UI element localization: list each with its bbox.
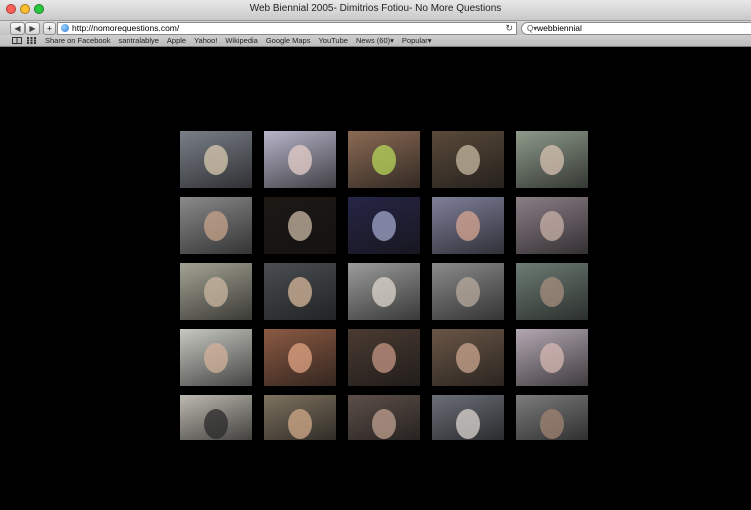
webcam-tile[interactable]: [348, 263, 420, 320]
webcam-tile[interactable]: [348, 131, 420, 188]
webcam-tile[interactable]: [180, 197, 252, 254]
person-face: [204, 277, 228, 307]
webcam-tile[interactable]: [348, 395, 420, 440]
person-face: [372, 343, 396, 373]
bookmark-apple[interactable]: Apple: [167, 35, 186, 46]
person-face: [456, 277, 480, 307]
back-button[interactable]: ◀: [10, 22, 25, 35]
webcam-tile[interactable]: [432, 395, 504, 440]
webcam-tile[interactable]: [516, 131, 588, 188]
webcam-tile[interactable]: [264, 263, 336, 320]
person-face: [456, 145, 480, 175]
bookmark-popular[interactable]: Popular▾: [402, 35, 432, 46]
url-text: http://nomorequestions.com/: [72, 23, 180, 33]
person-face: [288, 211, 312, 241]
person-face: [204, 211, 228, 241]
bookmark-items: Share on Facebook santralablye Apple Yah…: [45, 35, 432, 46]
reload-icon[interactable]: ↻: [505, 23, 513, 34]
person-face: [288, 409, 312, 439]
webcam-tile[interactable]: [432, 131, 504, 188]
search-icon: Q▾: [527, 24, 538, 33]
webcam-tile[interactable]: [348, 329, 420, 386]
bookmark-news[interactable]: News (60)▾: [356, 35, 394, 46]
bookmark-yahoo[interactable]: Yahoo!: [194, 35, 217, 46]
person-face: [372, 145, 396, 175]
search-input[interactable]: webbiennial: [537, 23, 582, 34]
person-face: [204, 343, 228, 373]
person-face: [288, 145, 312, 175]
person-face: [204, 145, 228, 175]
webcam-tile[interactable]: [432, 197, 504, 254]
person-face: [372, 211, 396, 241]
bookmark-google-maps[interactable]: Google Maps: [266, 35, 311, 46]
person-face: [372, 277, 396, 307]
bookmark-youtube[interactable]: YouTube: [318, 35, 347, 46]
bookmark-wikipedia[interactable]: Wikipedia: [225, 35, 258, 46]
webcam-tile[interactable]: [432, 329, 504, 386]
webcam-tile[interactable]: [180, 131, 252, 188]
webcam-tile[interactable]: [180, 263, 252, 320]
browser-window: Web Biennial 2005- Dimitrios Fotiou- No …: [0, 0, 751, 510]
top-sites-icon[interactable]: [27, 37, 36, 44]
person-face: [540, 211, 564, 241]
webcam-tile[interactable]: [348, 197, 420, 254]
person-face: [540, 409, 564, 439]
forward-button[interactable]: ▶: [25, 22, 40, 35]
person-face: [456, 409, 480, 439]
person-face: [288, 343, 312, 373]
webcam-tile[interactable]: [180, 329, 252, 386]
person-face: [540, 277, 564, 307]
back-arrow-icon: ◀: [14, 24, 21, 33]
webcam-tile[interactable]: [432, 263, 504, 320]
webcam-tile[interactable]: [516, 395, 588, 440]
reading-list-icon[interactable]: [12, 37, 22, 44]
globe-icon: [61, 24, 69, 32]
bookmarks-bar: Share on Facebook santralablye Apple Yah…: [0, 35, 751, 47]
webcam-tile[interactable]: [516, 329, 588, 386]
person-face: [540, 343, 564, 373]
bookmark-santralablye[interactable]: santralablye: [118, 35, 158, 46]
add-bookmark-button[interactable]: +: [43, 22, 56, 35]
webcam-grid: [180, 131, 588, 443]
person-face: [456, 211, 480, 241]
webcam-tile[interactable]: [516, 263, 588, 320]
search-field[interactable]: Q▾ webbiennial: [521, 22, 751, 35]
address-bar[interactable]: http://nomorequestions.com/ ↻: [57, 22, 517, 35]
title-bar: Web Biennial 2005- Dimitrios Fotiou- No …: [0, 0, 751, 21]
forward-arrow-icon: ▶: [29, 24, 36, 33]
person-face: [456, 343, 480, 373]
person-face: [288, 277, 312, 307]
webcam-tile[interactable]: [264, 395, 336, 440]
toolbar: ◀ ▶ + http://nomorequestions.com/ ↻ Q▾ w…: [0, 21, 751, 35]
webcam-tile[interactable]: [180, 395, 252, 440]
window-title: Web Biennial 2005- Dimitrios Fotiou- No …: [249, 3, 502, 14]
bookmark-share-on-facebook[interactable]: Share on Facebook: [45, 35, 110, 46]
webcam-tile[interactable]: [264, 329, 336, 386]
plus-icon: +: [47, 24, 52, 33]
person-face: [372, 409, 396, 439]
person-face: [204, 409, 228, 439]
webcam-tile[interactable]: [264, 131, 336, 188]
webcam-tile[interactable]: [516, 197, 588, 254]
webcam-tile[interactable]: [264, 197, 336, 254]
person-face: [540, 145, 564, 175]
